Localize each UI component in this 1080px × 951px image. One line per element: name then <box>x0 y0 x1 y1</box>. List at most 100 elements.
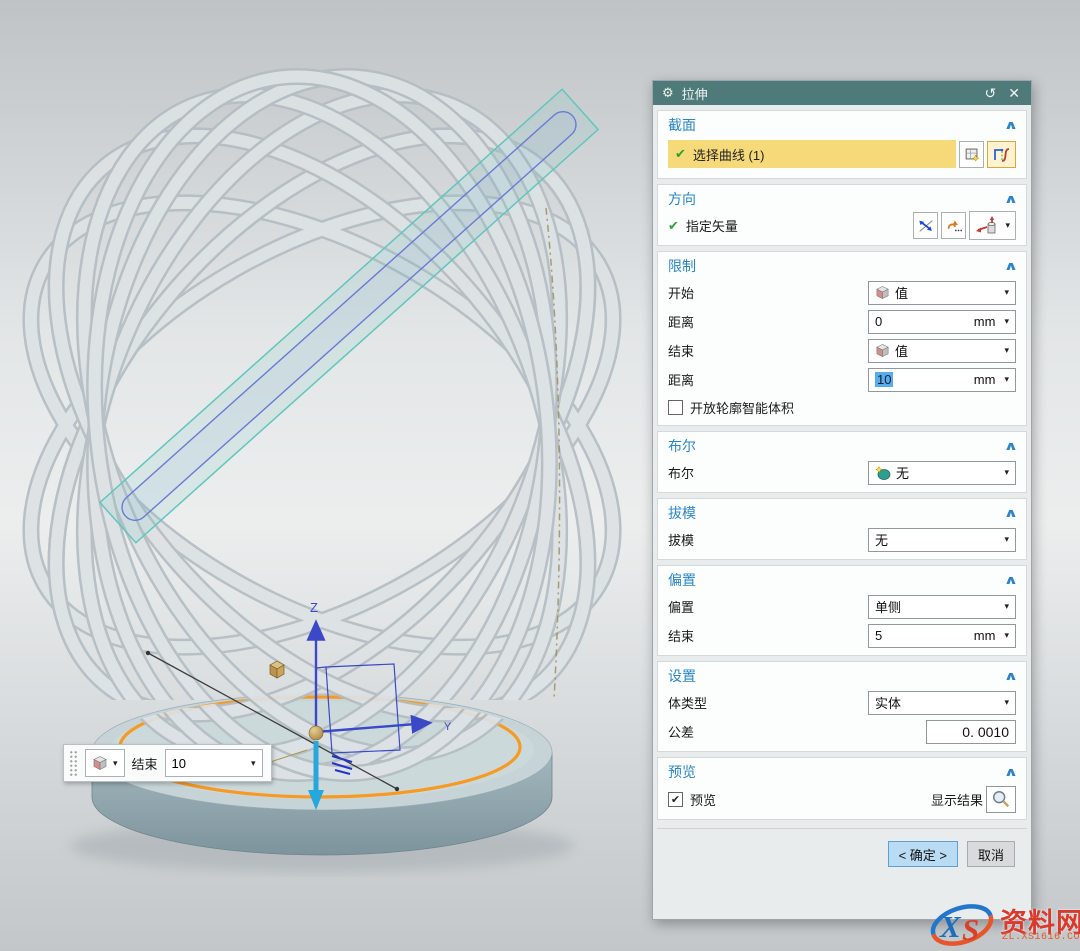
end-mode-combo[interactable]: 值 ▾ <box>868 339 1016 363</box>
group-preview: 预览 ∧ ✔ 预览 显示结果 <box>657 757 1027 820</box>
extrude-limit-mode-combo[interactable]: ▾ <box>85 749 125 777</box>
vector-type-combo[interactable]: ▾ <box>969 211 1016 240</box>
dropdown-arrow-icon: ▾ <box>113 759 118 768</box>
group-draft: 拔模 ∧ 拔模 无 ▾ <box>657 498 1027 560</box>
collapse-chevron-icon[interactable]: ∧ <box>1004 669 1019 683</box>
close-icon[interactable]: ✕ <box>1006 85 1022 102</box>
boolean-label: 布尔 <box>668 463 868 482</box>
cancel-button[interactable]: 取消 <box>967 841 1015 867</box>
toolbar-drag-handle[interactable] <box>69 750 78 776</box>
dropdown-arrow-icon: ▾ <box>1004 317 1009 326</box>
direction-group-title: 方向 <box>668 189 1006 209</box>
end-distance-label: 距离 <box>668 370 868 389</box>
check-icon: ✔ <box>675 146 686 162</box>
group-limits: 限制 ∧ 开始 值 ▾ 距离 <box>657 251 1027 426</box>
dropdown-arrow-icon: ▾ <box>1004 631 1009 640</box>
limits-group-title: 限制 <box>668 256 1006 276</box>
reset-icon[interactable]: ↺ <box>983 85 999 102</box>
magnifier-icon <box>991 789 1011 809</box>
start-distance-input[interactable]: 0 mm ▾ <box>868 310 1016 334</box>
collapse-chevron-icon[interactable]: ∧ <box>1004 259 1019 273</box>
watermark-site-url: ZL.XS1616.COM <box>1002 932 1080 943</box>
check-icon: ✔ <box>668 218 679 234</box>
ok-button[interactable]: < 确定 > <box>888 841 958 867</box>
end-distance-label: 结束 <box>132 754 158 773</box>
offset-end-input[interactable]: 5 mm ▾ <box>868 624 1016 648</box>
group-settings: 设置 ∧ 体类型 实体 ▾ 公差 0. 0010 <box>657 661 1027 752</box>
value-cube-icon <box>875 343 890 358</box>
curve-select-button[interactable] <box>987 141 1016 168</box>
dropdown-arrow-icon: ▾ <box>1004 698 1009 707</box>
select-curve-label: 选择曲线 (1) <box>693 145 765 164</box>
vector-type-icon <box>975 216 1001 236</box>
dropdown-arrow-icon: ▾ <box>1004 602 1009 611</box>
on-screen-input-toolbar[interactable]: ▾ 结束 10 ▾ <box>63 744 272 782</box>
settings-group-title: 设置 <box>668 666 1006 686</box>
app-window: Z Y ▾ 结束 <box>0 0 1080 951</box>
body-type-label: 体类型 <box>668 693 868 712</box>
start-mode-combo[interactable]: 值 ▾ <box>868 281 1016 305</box>
y-axis-label: Y <box>444 721 452 733</box>
tolerance-label: 公差 <box>668 722 926 741</box>
group-section: 截面 ∧ ✔ 选择曲线 (1) <box>657 110 1027 179</box>
end-distance-input[interactable]: 10 mm ▾ <box>868 368 1016 392</box>
reverse-direction-icon <box>917 217 935 235</box>
preview-group-title: 预览 <box>668 762 1006 782</box>
value-cube-icon <box>875 285 890 300</box>
collapse-chevron-icon[interactable]: ∧ <box>1004 506 1019 520</box>
origin-handle-sphere[interactable] <box>309 726 323 740</box>
curve-icon <box>992 144 1012 164</box>
dropdown-arrow-icon: ▾ <box>1005 221 1010 230</box>
offset-group-title: 偏置 <box>668 570 1006 590</box>
start-distance-label: 距离 <box>668 312 868 331</box>
show-result-button[interactable] <box>986 786 1016 813</box>
body-type-combo[interactable]: 实体 ▾ <box>868 691 1016 715</box>
section-group-title: 截面 <box>668 115 1006 135</box>
offset-handle-cube[interactable] <box>270 661 284 678</box>
boolean-none-icon <box>875 465 891 481</box>
group-boolean: 布尔 ∧ 布尔 无 ▾ <box>657 431 1027 493</box>
watermark: X S 资料网 ZL.XS1616.COM <box>922 899 1080 951</box>
sketch-section-button[interactable] <box>959 141 984 168</box>
dialog-title: 拉伸 <box>682 84 975 103</box>
preview-checkbox[interactable]: ✔ <box>668 792 683 807</box>
gear-icon: ⚙ <box>662 85 674 101</box>
start-label: 开始 <box>668 283 868 302</box>
reverse-direction-button[interactable] <box>913 212 938 239</box>
collapse-chevron-icon[interactable]: ∧ <box>1004 118 1019 132</box>
selected-value[interactable]: 10 <box>875 372 893 387</box>
collapse-chevron-icon[interactable]: ∧ <box>1004 765 1019 779</box>
collapse-chevron-icon[interactable]: ∧ <box>1004 439 1019 453</box>
dialog-body: 截面 ∧ ✔ 选择曲线 (1) <box>653 105 1031 919</box>
dialog-titlebar[interactable]: ⚙ 拉伸 ↺ ✕ <box>653 81 1031 105</box>
end-distance-input[interactable]: 10 ▾ <box>165 749 263 777</box>
end-label: 结束 <box>668 341 868 360</box>
select-curve-row[interactable]: ✔ 选择曲线 (1) <box>668 140 956 168</box>
watermark-logo: X S <box>922 899 1000 951</box>
svg-text:S: S <box>962 912 979 947</box>
open-profile-checkbox[interactable] <box>668 400 683 415</box>
dropdown-arrow-icon: ▾ <box>1004 375 1009 384</box>
open-profile-label: 开放轮廓智能体积 <box>690 398 794 417</box>
draft-combo[interactable]: 无 ▾ <box>868 528 1016 552</box>
vector-dialog-icon <box>945 217 963 235</box>
group-direction: 方向 ∧ ✔ 指定矢量 <box>657 184 1027 246</box>
draft-label: 拔模 <box>668 530 868 549</box>
vector-dialog-button[interactable] <box>941 212 966 239</box>
svg-text:X: X <box>939 909 962 944</box>
show-result-label: 显示结果 <box>931 790 983 809</box>
preview-label: 预览 <box>690 790 716 809</box>
sketch-section-icon <box>963 145 981 163</box>
dialog-button-row: < 确定 > 取消 <box>657 828 1027 867</box>
boolean-combo[interactable]: 无 ▾ <box>868 461 1016 485</box>
collapse-chevron-icon[interactable]: ∧ <box>1004 192 1019 206</box>
collapse-chevron-icon[interactable]: ∧ <box>1004 573 1019 587</box>
offset-combo[interactable]: 单侧 ▾ <box>868 595 1016 619</box>
dropdown-arrow-icon[interactable]: ▾ <box>251 759 256 768</box>
tolerance-input[interactable]: 0. 0010 <box>926 720 1016 744</box>
extrude-dialog: ⚙ 拉伸 ↺ ✕ 截面 ∧ ✔ 选择曲线 (1) <box>652 80 1032 920</box>
offset-label: 偏置 <box>668 597 868 616</box>
z-axis-label: Z <box>310 600 318 615</box>
dropdown-arrow-icon: ▾ <box>1004 535 1009 544</box>
dropdown-arrow-icon: ▾ <box>1004 346 1009 355</box>
